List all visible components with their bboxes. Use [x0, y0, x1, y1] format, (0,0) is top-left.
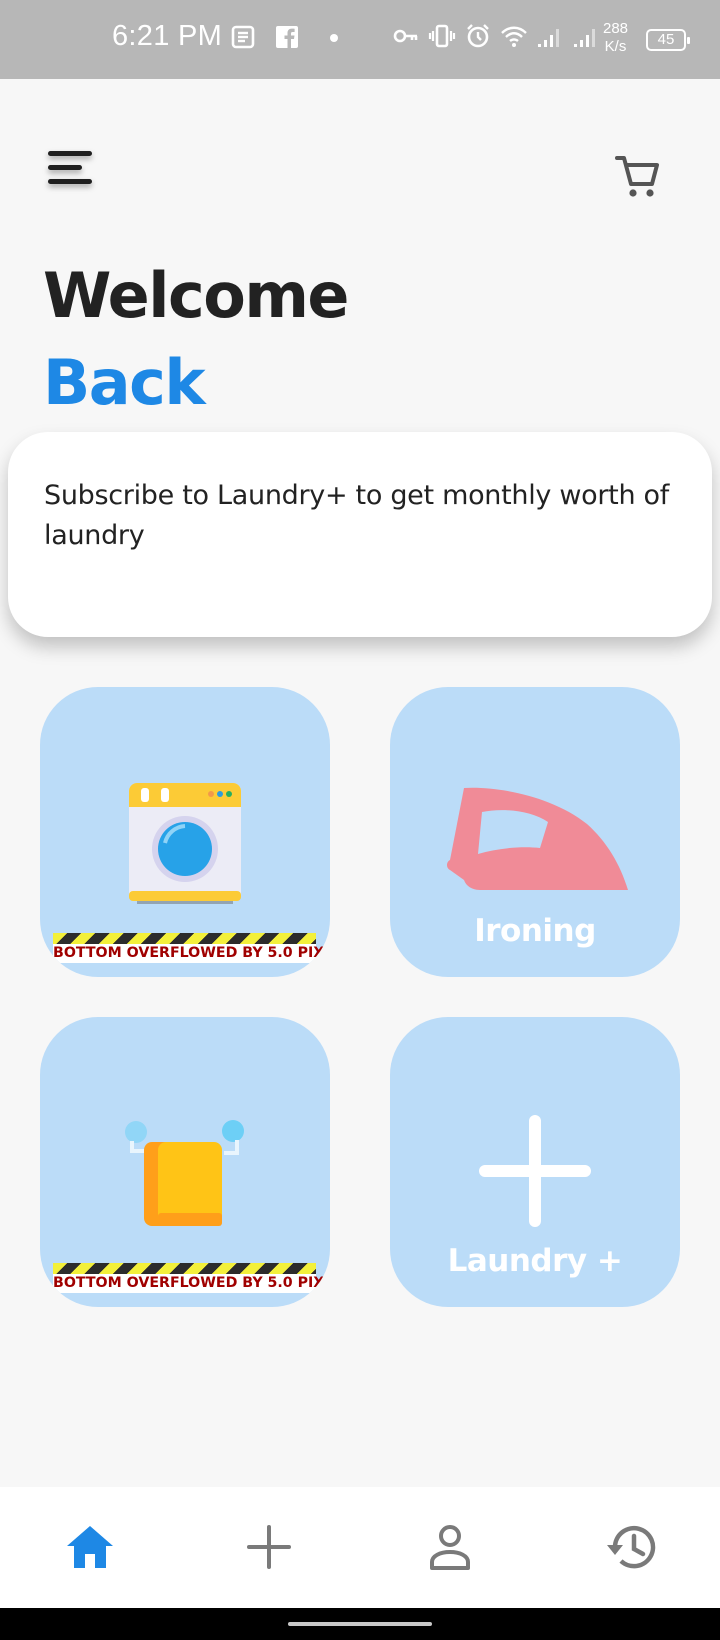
menu-button[interactable]: [44, 145, 100, 195]
nav-profile[interactable]: [412, 1509, 488, 1585]
vibrate-icon: [428, 24, 456, 48]
status-bar: 6:21 PM 288 K/s 45: [0, 0, 720, 79]
add-icon: [247, 1525, 291, 1569]
system-navigation-bar: [0, 1608, 720, 1640]
washing-machine-icon: [129, 783, 241, 904]
towel-dryer-icon: [125, 1120, 244, 1226]
status-time: 6:21 PM: [112, 20, 223, 52]
nav-add[interactable]: [231, 1509, 307, 1585]
news-icon: [231, 25, 255, 49]
subscribe-card[interactable]: Subscribe to Laundry+ to get monthly wor…: [8, 432, 712, 637]
signal-icon: [538, 29, 559, 47]
washing-tile[interactable]: BOTTOM OVERFLOWED BY 5.0 PIXELS: [40, 687, 330, 977]
network-speed: 288 K/s: [603, 20, 628, 56]
history-icon: [607, 1525, 656, 1569]
drying-tile[interactable]: BOTTOM OVERFLOWED BY 5.0 PIXELS: [40, 1017, 330, 1307]
cart-button[interactable]: [614, 152, 662, 200]
laundry-plus-tile[interactable]: Laundry +: [390, 1017, 680, 1307]
vpn-key-icon: [393, 29, 418, 43]
profile-icon: [430, 1525, 470, 1570]
dot-icon: [330, 34, 338, 42]
welcome-heading: Welcome: [43, 259, 349, 332]
network-speed-unit: K/s: [604, 38, 627, 55]
gesture-handle[interactable]: [288, 1622, 432, 1626]
alarm-icon: [467, 24, 489, 48]
status-notification-icons: [230, 24, 344, 50]
status-system-icons: [392, 22, 600, 50]
menu-icon-line-top: [48, 151, 92, 156]
subscribe-text: Subscribe to Laundry+ to get monthly wor…: [44, 480, 669, 551]
menu-icon-line-middle: [48, 165, 82, 170]
back-heading: Back: [43, 346, 206, 419]
menu-icon-line-bottom: [48, 179, 92, 184]
ironing-label: Ironing: [474, 913, 596, 949]
home-icon: [67, 1526, 113, 1568]
nav-history[interactable]: [593, 1509, 669, 1585]
cart-icon: [615, 156, 659, 197]
facebook-icon: [276, 26, 298, 48]
battery-indicator: 45: [646, 29, 690, 51]
overflow-stripes: [53, 1263, 316, 1274]
signal-icon-2: [574, 29, 595, 47]
ironing-tile[interactable]: Ironing: [390, 687, 680, 977]
nav-home[interactable]: [52, 1509, 128, 1585]
overflow-warning-text: BOTTOM OVERFLOWED BY 5.0 PIXELS: [53, 1274, 330, 1293]
overflow-warning: BOTTOM OVERFLOWED BY 5.0 PIXELS: [53, 1263, 330, 1293]
laundry-plus-label: Laundry +: [447, 1243, 623, 1279]
wifi-icon: [501, 26, 527, 47]
network-speed-value: 288: [603, 20, 629, 37]
overflow-stripes: [53, 933, 316, 944]
iron-icon: [447, 787, 628, 890]
bottom-navigation: [0, 1487, 720, 1608]
plus-icon: [479, 1115, 591, 1227]
overflow-warning: BOTTOM OVERFLOWED BY 5.0 PIXELS: [53, 933, 330, 963]
overflow-warning-text: BOTTOM OVERFLOWED BY 5.0 PIXELS: [53, 944, 330, 963]
